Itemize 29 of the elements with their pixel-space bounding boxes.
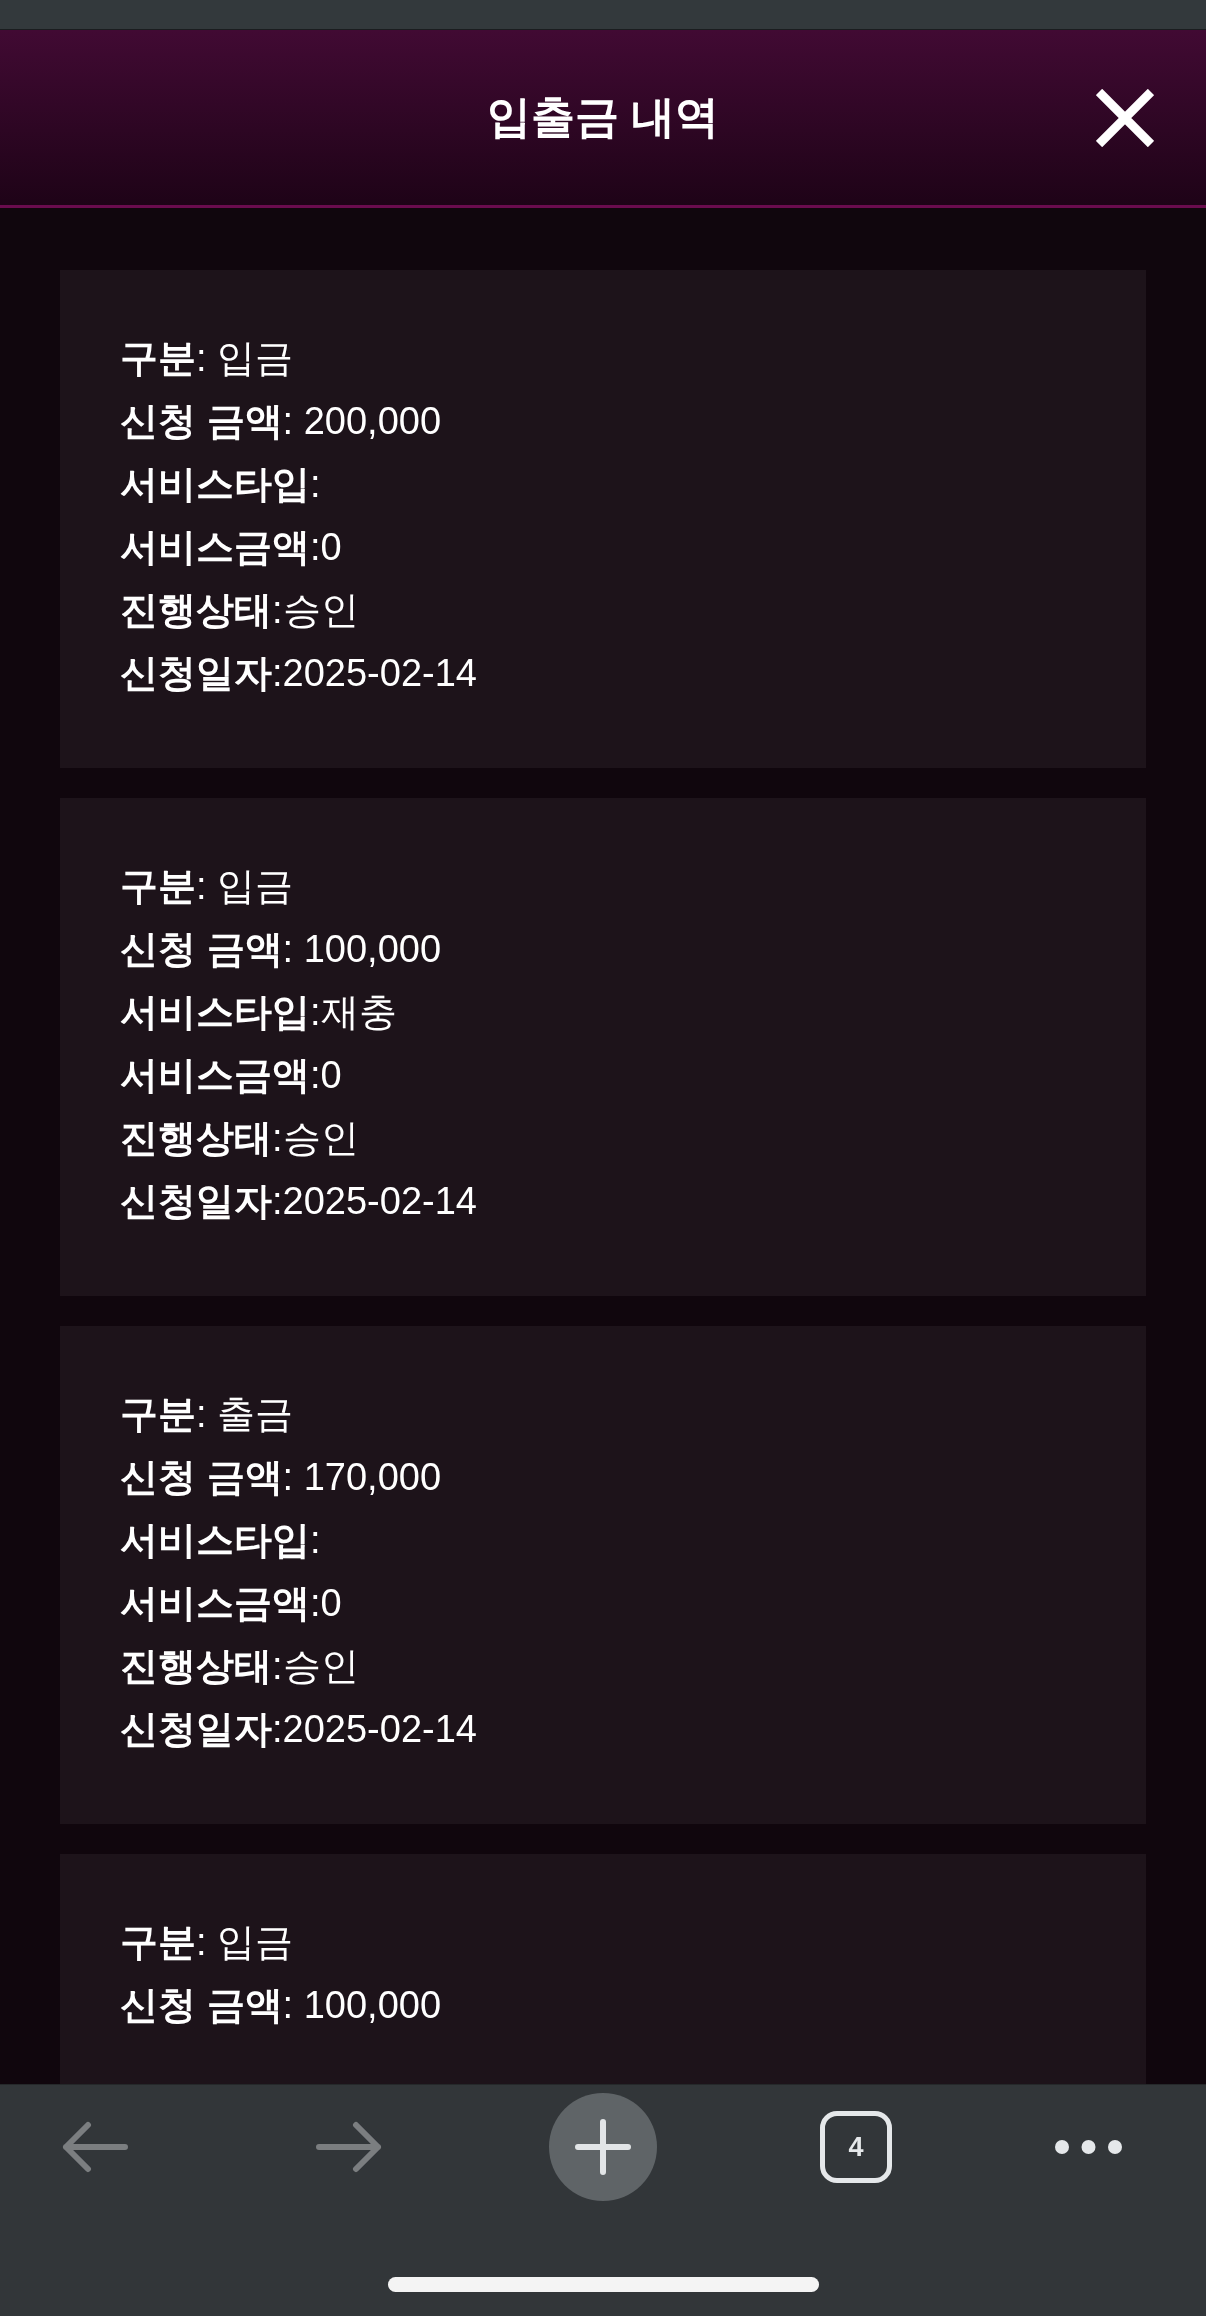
detail-text: 서비스금액:0 (120, 1581, 343, 1626)
tab-count-button[interactable]: 4 (820, 2111, 892, 2183)
detail-text: 진행상태:승인 (120, 1116, 360, 1161)
more-icon (1054, 2140, 1122, 2154)
detail-text: 진행상태:승인 (120, 1644, 360, 1689)
detail-text: 신청 금액: 170,000 (120, 1455, 443, 1500)
close-button[interactable] (1096, 88, 1154, 147)
arrow-right-icon (316, 2121, 382, 2173)
more-button[interactable] (1054, 2140, 1122, 2154)
detail-text: 신청일자:2025-02-14 (120, 1179, 478, 1224)
detail-text: 서비스금액:0 (120, 1053, 343, 1098)
detail-text: 구분: 입금 (120, 1920, 295, 1965)
detail-text: 서비스타입: (120, 1518, 322, 1563)
detail-text: 신청 금액: 100,000 (120, 1983, 443, 2028)
detail-text: 신청 금액: 200,000 (120, 399, 443, 444)
close-icon (1096, 88, 1154, 147)
detail-text: 서비스타입:재충 (120, 990, 398, 1035)
detail-text: 신청 금액: 100,000 (120, 927, 443, 972)
detail-text: 서비스타입: (120, 462, 322, 507)
detail-text: 신청일자:2025-02-14 (120, 1707, 478, 1752)
detail-text: 구분: 입금 (120, 336, 295, 381)
detail-text: 구분: 입금 (120, 864, 295, 909)
detail-text: 서비스금액:0 (120, 525, 343, 570)
arrow-left-icon (62, 2121, 128, 2173)
detail-text: 구분: 출금 (120, 1392, 295, 1437)
plus-icon (575, 2119, 631, 2175)
detail-text: 진행상태:승인 (120, 588, 360, 633)
page-title: 입출금 내역 (486, 91, 720, 143)
detail-text: 신청일자:2025-02-14 (120, 651, 478, 696)
